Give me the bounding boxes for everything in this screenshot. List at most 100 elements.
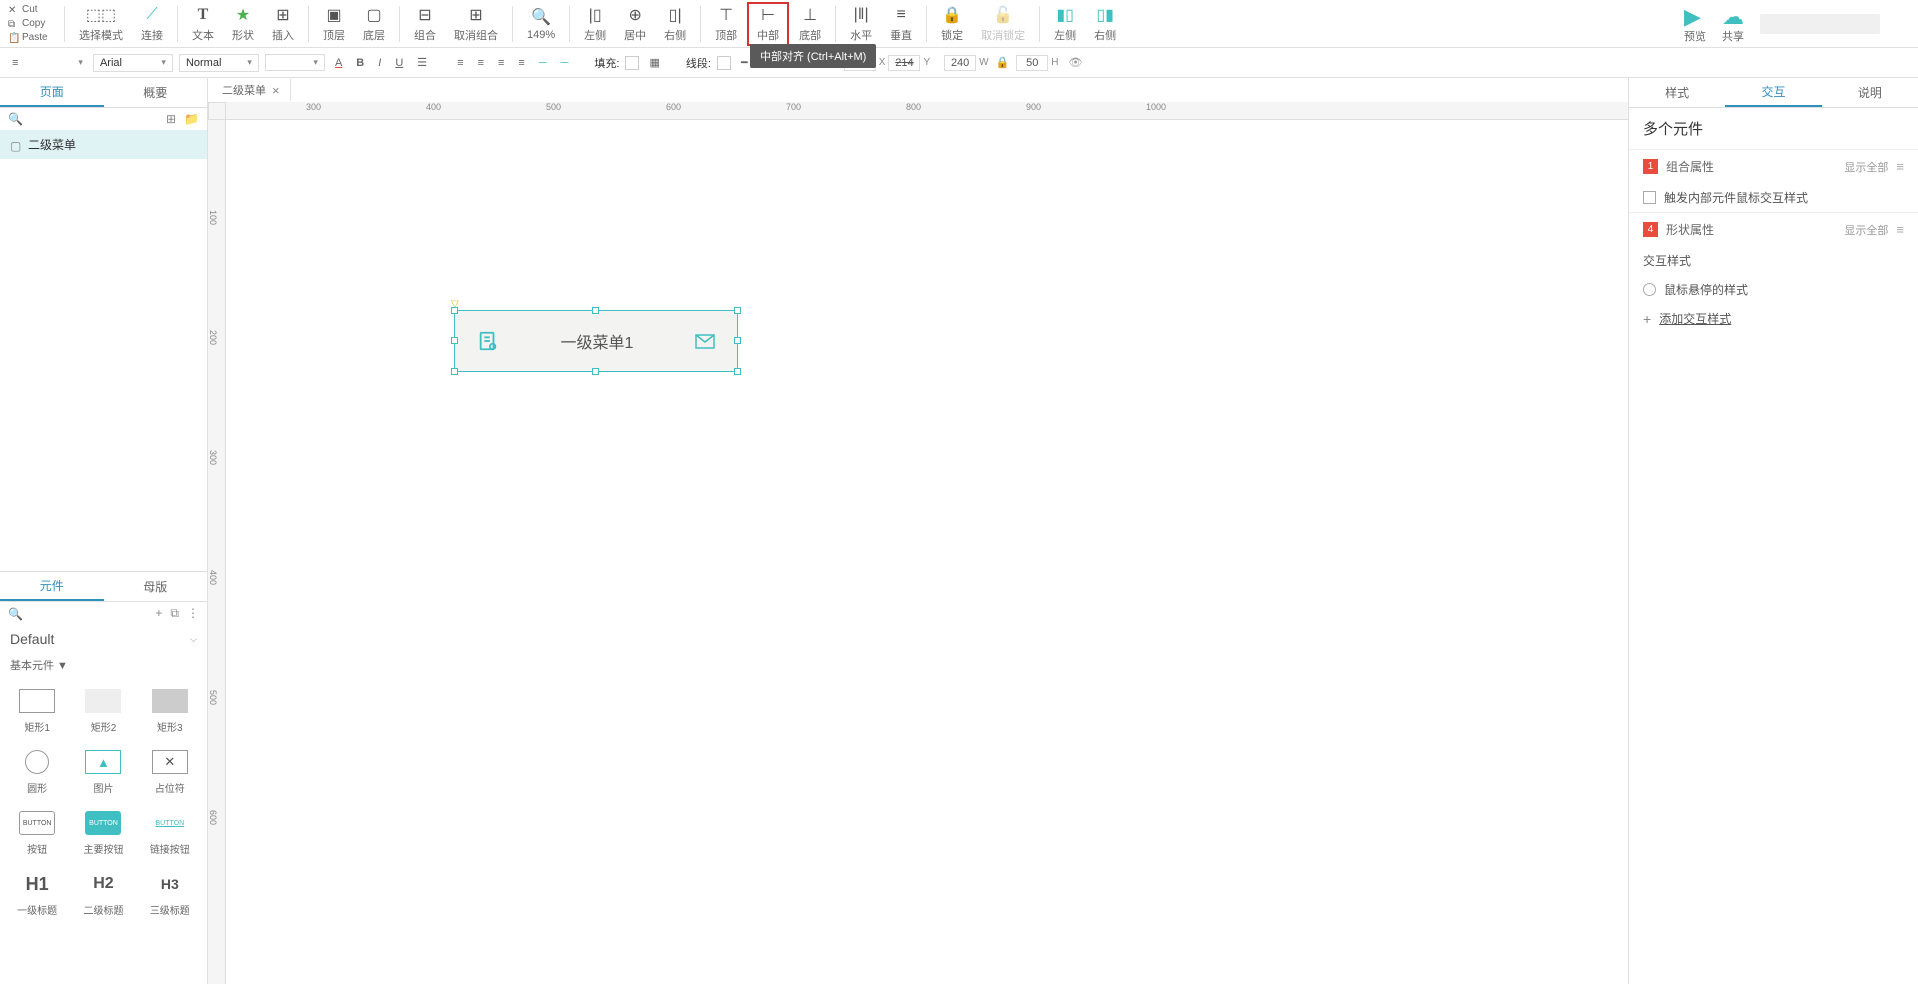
- width-input[interactable]: [944, 55, 976, 71]
- category-label[interactable]: 基本元件 ▼: [0, 653, 207, 677]
- share-button[interactable]: ☁共享: [1722, 4, 1744, 44]
- bold-button[interactable]: B: [352, 55, 368, 71]
- widget-button[interactable]: BUTTON按钮: [6, 805, 68, 862]
- more-options-icon[interactable]: ⋮: [187, 606, 199, 621]
- resize-handle-tm[interactable]: [592, 307, 599, 314]
- bring-front-button[interactable]: ▣顶层: [315, 2, 353, 46]
- fill-color-button[interactable]: [625, 56, 639, 70]
- visibility-icon[interactable]: 👁: [1065, 54, 1087, 71]
- add-widget-icon[interactable]: +: [155, 606, 162, 621]
- lock-button[interactable]: 🔒锁定: [933, 2, 971, 46]
- section-menu-icon-1[interactable]: ≡: [1896, 159, 1904, 174]
- shape-button[interactable]: ★形状: [224, 2, 262, 46]
- resize-handle-tr[interactable]: [734, 307, 741, 314]
- underline-button[interactable]: U: [391, 55, 407, 71]
- bullet-list-button[interactable]: ☰: [413, 54, 431, 71]
- align-middle-button[interactable]: ⊢中部: [747, 2, 789, 46]
- add-folder-icon[interactable]: 📁: [184, 112, 199, 126]
- text-align-bottom-button[interactable]: ─: [557, 55, 573, 71]
- connect-button[interactable]: ⟋连接: [133, 2, 171, 46]
- align-center-button[interactable]: ⊕居中: [616, 2, 654, 46]
- add-style-link[interactable]: 添加交互样式: [1659, 310, 1731, 327]
- tab-notes[interactable]: 说明: [1822, 78, 1918, 107]
- stroke-color-button[interactable]: [717, 56, 731, 70]
- resize-handle-ml[interactable]: [451, 337, 458, 344]
- unlock-button[interactable]: 🔓取消锁定: [973, 2, 1033, 46]
- close-tab-icon[interactable]: ×: [272, 83, 280, 98]
- zoom-control[interactable]: 🔍149%: [519, 2, 563, 46]
- library-dropdown[interactable]: Default⌵: [0, 625, 207, 653]
- resize-handle-tl[interactable]: [451, 307, 458, 314]
- add-style-icon[interactable]: +: [1643, 311, 1651, 327]
- text-align-left-button[interactable]: ≡: [453, 55, 467, 71]
- widget-rect3[interactable]: 矩形3: [139, 683, 201, 740]
- resize-handle-mr[interactable]: [734, 337, 741, 344]
- font-size-dropdown[interactable]: ▾: [265, 54, 325, 71]
- widget-primary-button[interactable]: BUTTON主要按钮: [72, 805, 134, 862]
- widget-link-button[interactable]: BUTTON链接按钮: [139, 805, 201, 862]
- page-tree-item[interactable]: ▢ 二级菜单: [0, 130, 207, 159]
- height-input[interactable]: [1016, 55, 1048, 71]
- tab-masters[interactable]: 母版: [104, 572, 208, 601]
- show-all-link-1[interactable]: 显示全部: [1844, 159, 1888, 175]
- widget-image[interactable]: ▲图片: [72, 744, 134, 801]
- x-label: X: [879, 57, 886, 68]
- text-align-middle-button[interactable]: ─: [535, 55, 551, 71]
- show-all-link-2[interactable]: 显示全部: [1844, 222, 1888, 238]
- hover-style-radio[interactable]: [1643, 283, 1656, 296]
- ungroup-button[interactable]: ⊞取消组合: [446, 2, 506, 46]
- align-right-button[interactable]: ▯|右侧: [656, 2, 694, 46]
- align-left-button[interactable]: |▯左侧: [576, 2, 614, 46]
- section-menu-icon-2[interactable]: ≡: [1896, 222, 1904, 237]
- font-style-dropdown[interactable]: Normal▾: [179, 54, 259, 72]
- tab-interaction[interactable]: 交互: [1725, 78, 1821, 107]
- text-button[interactable]: T文本: [184, 2, 222, 46]
- add-page-icon[interactable]: ⊞: [166, 112, 176, 126]
- resize-handle-bl[interactable]: [451, 368, 458, 375]
- widget-rect2[interactable]: 矩形2: [72, 683, 134, 740]
- widget-circle[interactable]: 圆形: [6, 744, 68, 801]
- resize-handle-bm[interactable]: [592, 368, 599, 375]
- copy-button[interactable]: ⧉Copy: [8, 17, 58, 30]
- widget-search-icon[interactable]: 🔍: [8, 607, 23, 621]
- distribute-h-button[interactable]: |‖|水平: [842, 2, 880, 46]
- fill-opacity-button[interactable]: ▦: [645, 54, 663, 71]
- text-align-top-button[interactable]: ≡: [514, 55, 528, 71]
- send-back-button[interactable]: ▢底层: [355, 2, 393, 46]
- tab-style[interactable]: 样式: [1629, 78, 1725, 107]
- paste-button[interactable]: 📋Paste: [8, 31, 58, 44]
- styles-dropdown[interactable]: ≡ ▾: [8, 55, 87, 71]
- canvas-content[interactable]: ▽ 一级菜单1: [226, 120, 1628, 984]
- widget-h3[interactable]: H3三级标题: [139, 866, 201, 923]
- widget-h2[interactable]: H2二级标题: [72, 866, 134, 923]
- select-mode-button[interactable]: ⬚⬚选择模式: [71, 2, 131, 46]
- dist-left-button[interactable]: ▮▯左侧: [1046, 2, 1084, 46]
- text-align-center-button[interactable]: ≡: [474, 55, 488, 71]
- widget-placeholder[interactable]: ✕占位符: [139, 744, 201, 801]
- font-family-dropdown[interactable]: Arial▾: [93, 54, 173, 72]
- resize-handle-br[interactable]: [734, 368, 741, 375]
- italic-button[interactable]: I: [374, 55, 385, 71]
- selected-widget[interactable]: ▽ 一级菜单1: [454, 310, 738, 372]
- library-options-icon[interactable]: ⧉: [170, 606, 179, 621]
- widget-rect1[interactable]: 矩形1: [6, 683, 68, 740]
- cut-button[interactable]: ✕Cut: [8, 3, 58, 16]
- tab-widgets[interactable]: 元件: [0, 572, 104, 601]
- align-bottom-button[interactable]: ⊥底部: [791, 2, 829, 46]
- distribute-v-button[interactable]: ≡垂直: [882, 2, 920, 46]
- y-input[interactable]: [888, 55, 920, 71]
- lock-ratio-icon[interactable]: 🔒: [992, 54, 1014, 71]
- font-color-button[interactable]: A: [331, 55, 346, 71]
- canvas-tab[interactable]: 二级菜单 ×: [212, 79, 291, 101]
- dist-right-button[interactable]: ▯▮右侧: [1086, 2, 1124, 46]
- group-button[interactable]: ⊟组合: [406, 2, 444, 46]
- widget-h1[interactable]: H1一级标题: [6, 866, 68, 923]
- align-top-button[interactable]: ⊤顶部: [707, 2, 745, 46]
- trigger-checkbox[interactable]: [1643, 191, 1656, 204]
- tab-outline[interactable]: 概要: [104, 78, 208, 107]
- preview-button[interactable]: ▶预览: [1684, 4, 1706, 44]
- search-icon[interactable]: 🔍: [8, 112, 23, 126]
- text-align-right-button[interactable]: ≡: [494, 55, 508, 71]
- insert-button[interactable]: ⊞插入: [264, 2, 302, 46]
- tab-pages[interactable]: 页面: [0, 78, 104, 107]
